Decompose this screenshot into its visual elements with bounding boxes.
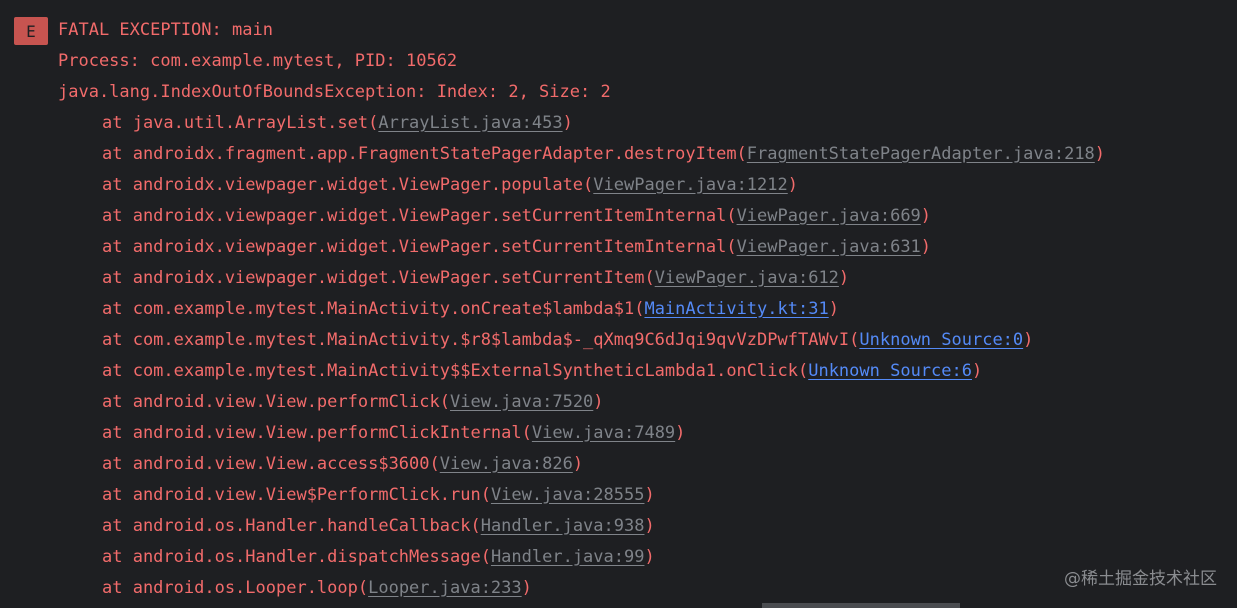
horizontal-scrollbar-thumb[interactable]	[762, 603, 960, 608]
closing-paren: )	[838, 268, 850, 288]
stack-frame-line: at java.util.ArrayList.set(ArrayList.jav…	[102, 108, 573, 139]
closing-paren: )	[644, 516, 655, 536]
source-link[interactable]: Unknown Source:6	[808, 361, 972, 381]
stack-frame-line: at com.example.mytest.MainActivity.$r8$l…	[102, 325, 1033, 356]
logcat-output: E FATAL EXCEPTION: main Process: com.exam…	[0, 0, 1237, 608]
source-link[interactable]: View.java:826	[440, 454, 573, 474]
stack-frame-method: at androidx.viewpager.widget.ViewPager.s…	[102, 237, 737, 257]
stack-frame-method: at com.example.mytest.MainActivity.onCre…	[102, 299, 645, 319]
stack-frame-method: at androidx.fragment.app.FragmentStatePa…	[102, 144, 747, 164]
stack-frame-line: at androidx.fragment.app.FragmentStatePa…	[102, 139, 1105, 170]
closing-paren: )	[828, 299, 839, 319]
stack-frame-line: at androidx.viewpager.widget.ViewPager.s…	[102, 201, 931, 232]
stack-frame-method: at androidx.viewpager.widget.ViewPager.s…	[102, 206, 737, 226]
source-link[interactable]: ViewPager.java:631	[737, 237, 921, 257]
source-link[interactable]: Handler.java:938	[481, 516, 645, 536]
stack-frame-line: at androidx.viewpager.widget.ViewPager.s…	[102, 232, 931, 263]
source-link[interactable]: Handler.java:99	[491, 547, 645, 567]
stack-frame-method: at android.view.View.performClick(	[102, 392, 450, 412]
stack-frame-line: at com.example.mytest.MainActivity$$Exte…	[102, 356, 982, 387]
source-link[interactable]: FragmentStatePagerAdapter.java:218	[747, 144, 1095, 164]
stack-frame-method: at java.util.ArrayList.set(	[102, 113, 379, 133]
closing-paren: )	[920, 206, 932, 226]
closing-paren: )	[971, 361, 983, 381]
source-link[interactable]: View.java:7520	[450, 392, 593, 412]
stack-frame-method: at androidx.viewpager.widget.ViewPager.s…	[102, 268, 655, 288]
closing-paren: )	[572, 454, 584, 474]
watermark: @稀土掘金技术社区	[1064, 569, 1217, 589]
stack-frame-line: at androidx.viewpager.widget.ViewPager.p…	[102, 170, 798, 201]
stack-frame-method: at android.view.View.access$3600(	[102, 454, 440, 474]
source-link[interactable]: ArrayList.java:453	[378, 113, 562, 133]
stack-frame-method: at android.os.Looper.loop(	[102, 578, 369, 598]
error-level-badge: E	[14, 17, 48, 45]
stack-frame-method: at android.view.View.performClickInterna…	[102, 423, 532, 443]
stack-frame-line: at android.view.View$PerformClick.run(Vi…	[102, 480, 655, 511]
source-link[interactable]: View.java:28555	[491, 485, 645, 505]
source-link[interactable]: ViewPager.java:1212	[593, 175, 787, 195]
stack-frame-line: at android.os.Looper.loop(Looper.java:23…	[102, 573, 532, 604]
log-header-line: Process: com.example.mytest, PID: 10562	[58, 51, 458, 71]
stack-frame-line: at android.view.View.performClickInterna…	[102, 418, 685, 449]
stack-frame-method: at android.view.View$PerformClick.run(	[102, 485, 491, 505]
stack-frame-line: at android.view.View.performClick(View.j…	[102, 387, 604, 418]
closing-paren: )	[562, 113, 573, 133]
stack-frame-line: at android.view.View.access$3600(View.ja…	[102, 449, 583, 480]
log-header-line: java.lang.IndexOutOfBoundsException: Ind…	[58, 82, 611, 102]
stack-frame-line: at com.example.mytest.MainActivity.onCre…	[102, 294, 839, 325]
closing-paren: )	[644, 485, 655, 505]
source-link[interactable]: Looper.java:233	[368, 578, 522, 598]
stack-frame-method: at com.example.mytest.MainActivity.$r8$l…	[102, 330, 860, 350]
stack-frame-method: at androidx.viewpager.widget.ViewPager.p…	[102, 175, 594, 195]
stack-frame-method: at android.os.Handler.dispatchMessage(	[102, 547, 491, 567]
log-header-line: FATAL EXCEPTION: main	[58, 20, 273, 40]
closing-paren: )	[1094, 144, 1106, 164]
source-link[interactable]: View.java:7489	[532, 423, 675, 443]
closing-paren: )	[675, 423, 686, 443]
closing-paren: )	[920, 237, 932, 257]
stack-frame-line: at android.os.Handler.handleCallback(Han…	[102, 511, 655, 542]
closing-paren: )	[787, 175, 798, 195]
closing-paren: )	[644, 547, 655, 567]
stack-frame-line: at androidx.viewpager.widget.ViewPager.s…	[102, 263, 849, 294]
source-link[interactable]: Unknown Source:0	[859, 330, 1023, 350]
source-link[interactable]: MainActivity.kt:31	[644, 299, 828, 319]
source-link[interactable]: ViewPager.java:669	[737, 206, 921, 226]
stack-frame-line: at android.os.Handler.dispatchMessage(Ha…	[102, 542, 655, 573]
closing-paren: )	[521, 578, 532, 598]
stack-frame-method: at com.example.mytest.MainActivity$$Exte…	[102, 361, 809, 381]
stack-frame-method: at android.os.Handler.handleCallback(	[102, 516, 481, 536]
source-link[interactable]: ViewPager.java:612	[655, 268, 839, 288]
closing-paren: )	[1023, 330, 1034, 350]
closing-paren: )	[593, 392, 604, 412]
